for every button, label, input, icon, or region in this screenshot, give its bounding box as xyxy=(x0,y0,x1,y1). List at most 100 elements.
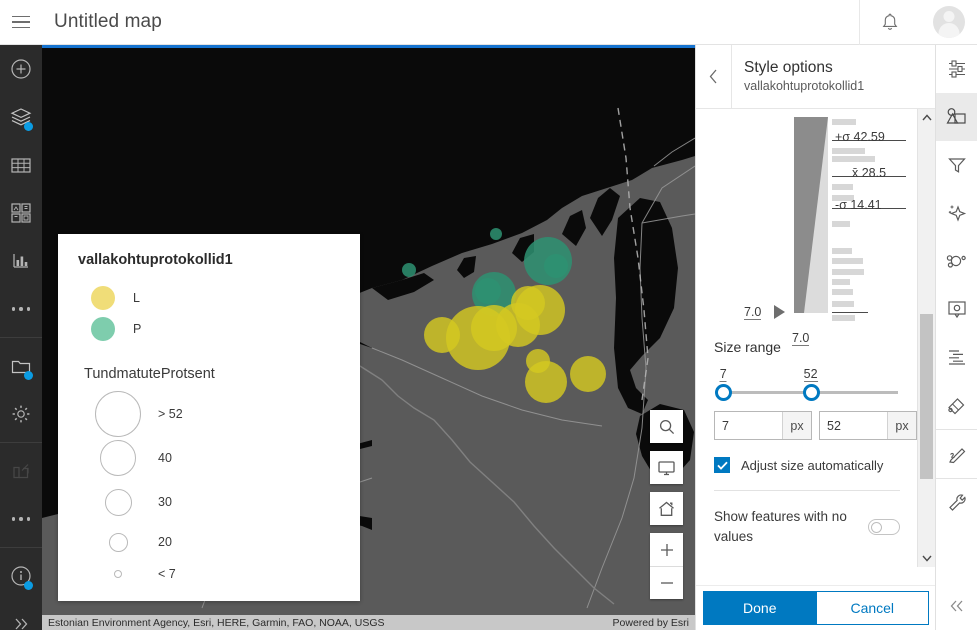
legend-swatch xyxy=(91,316,115,341)
sidebar-item-more-options[interactable] xyxy=(0,495,42,543)
size-range-min-knob[interactable] xyxy=(715,384,733,401)
zoom-out-button[interactable] xyxy=(650,566,683,599)
tool-filter[interactable] xyxy=(936,141,977,189)
histogram-bar xyxy=(832,279,850,285)
scrollbar-thumb[interactable] xyxy=(920,314,933,479)
adjust-size-automatically-row[interactable]: Adjust size automatically xyxy=(714,457,900,473)
tool-effects[interactable] xyxy=(936,189,977,237)
histogram-min-line xyxy=(832,312,868,313)
show-no-values-section: Show features with no values xyxy=(696,507,918,548)
panel-footer: Done Cancel xyxy=(696,585,936,630)
collapse-right-rail-button[interactable] xyxy=(936,582,977,630)
map-attribution: Estonian Environment Agency, Esri, HERE,… xyxy=(42,615,695,630)
panel-title: Style options xyxy=(744,59,833,77)
histogram-minus-sigma-label: -σ 14.41 xyxy=(835,198,882,212)
histogram-bar xyxy=(832,301,854,307)
adjust-size-checkbox[interactable] xyxy=(714,457,730,473)
show-no-values-label: Show features with no values xyxy=(714,509,847,545)
popup-icon xyxy=(947,301,966,319)
sidebar-item-save[interactable] xyxy=(0,342,42,390)
expand-left-rail-button[interactable] xyxy=(0,600,42,630)
histogram-axis-min-value[interactable]: 7.0 xyxy=(792,331,810,346)
tool-labels[interactable] xyxy=(936,333,977,381)
user-menu-button[interactable] xyxy=(920,0,977,45)
zoom-in-button[interactable] xyxy=(650,533,683,566)
size-range-max-knob[interactable] xyxy=(802,384,820,401)
status-badge xyxy=(24,122,33,131)
tool-configure[interactable] xyxy=(936,479,977,527)
map-search-button[interactable] xyxy=(650,410,683,443)
histogram-bar xyxy=(832,258,863,264)
map-controls xyxy=(650,410,683,599)
tool-fields[interactable] xyxy=(936,381,977,429)
max-size-field[interactable]: px xyxy=(819,411,917,440)
done-button[interactable]: Done xyxy=(703,591,817,625)
legend-size-label: 30 xyxy=(158,495,172,509)
histogram-slider[interactable]: +σ 42.59 x̄ 28.5 -σ 14.41 7.0 7.0 xyxy=(696,109,918,346)
cancel-button[interactable]: Cancel xyxy=(816,591,929,625)
size-range-max-value[interactable]: 52 xyxy=(803,367,818,382)
show-no-values-row[interactable]: Show features with no values xyxy=(714,507,900,548)
panel-header-text: Style options vallakohtuprotokollid1 xyxy=(732,58,864,94)
sparkle-icon xyxy=(948,205,966,222)
style-options-panel: Style options vallakohtuprotokollid1 +σ … xyxy=(695,45,936,630)
map-home-button[interactable] xyxy=(650,492,683,525)
histogram-mean-label: x̄ 28.5 xyxy=(852,166,887,180)
scroll-up-button[interactable] xyxy=(918,109,935,126)
tool-clustering[interactable] xyxy=(936,237,977,285)
map-top-highlight xyxy=(42,45,695,48)
map-container[interactable]: vallakohtuprotokollid1 L P TundmatutePro… xyxy=(42,45,695,630)
hamburger-icon[interactable] xyxy=(0,0,42,45)
legend-item: L xyxy=(78,282,340,313)
sidebar-item-about[interactable] xyxy=(0,552,42,600)
min-size-input[interactable] xyxy=(715,412,782,439)
symbol-shapes-icon xyxy=(946,108,966,124)
size-range-inputs: px px xyxy=(714,411,917,440)
min-size-unit: px xyxy=(782,412,811,439)
sidebar-item-settings[interactable] xyxy=(0,390,42,438)
legend-size-label: > 52 xyxy=(158,407,183,421)
tool-symbology[interactable] xyxy=(936,93,977,141)
legend-size-item: 40 xyxy=(78,436,340,480)
legend-size-swatch xyxy=(78,391,158,437)
tool-popups[interactable] xyxy=(936,285,977,333)
show-no-values-toggle[interactable] xyxy=(868,519,900,536)
map-viewer-app: Untitled map vallakohtuprotokollid1 L P … xyxy=(0,0,977,630)
sidebar-item-basemap[interactable] xyxy=(0,189,42,237)
map-default-view-button[interactable] xyxy=(650,451,683,484)
legend-label: P xyxy=(133,321,142,336)
histogram-min-handle-value[interactable]: 7.0 xyxy=(744,305,762,320)
tool-sketch[interactable] xyxy=(936,430,977,478)
check-icon xyxy=(716,461,728,470)
legend-size-label: 20 xyxy=(158,535,172,549)
sidebar-item-layers[interactable] xyxy=(0,93,42,141)
basemap-grid-icon xyxy=(11,203,31,223)
histogram-bar xyxy=(832,315,855,321)
divider xyxy=(0,442,42,443)
sidebar-item-more-tools[interactable] xyxy=(0,285,42,333)
gear-icon xyxy=(12,405,30,423)
sidebar-item-charts[interactable] xyxy=(0,237,42,285)
top-bar-actions xyxy=(859,0,977,45)
histogram-plus-sigma-label: +σ 42.59 xyxy=(835,130,885,144)
monitor-icon xyxy=(658,460,675,475)
size-range-min-value[interactable]: 7 xyxy=(719,367,727,382)
sidebar-item-table[interactable] xyxy=(0,141,42,189)
notifications-button[interactable] xyxy=(860,0,920,45)
tool-style-options[interactable] xyxy=(936,45,977,93)
table-icon xyxy=(11,157,31,173)
chevron-left-icon xyxy=(709,69,717,84)
panel-scrollbar[interactable] xyxy=(917,109,935,567)
min-size-field[interactable]: px xyxy=(714,411,812,440)
size-range-slider[interactable]: 7 52 xyxy=(715,367,898,407)
max-size-input[interactable] xyxy=(820,412,887,439)
legend-size-item: 30 xyxy=(78,480,340,524)
avatar xyxy=(932,6,965,38)
zoom-controls xyxy=(650,533,683,599)
scroll-down-button[interactable] xyxy=(918,550,935,567)
adjust-size-label: Adjust size automatically xyxy=(741,457,884,473)
legend-size-swatch xyxy=(78,532,158,552)
panel-back-button[interactable] xyxy=(696,45,732,108)
histogram-min-handle[interactable] xyxy=(774,305,785,319)
sidebar-item-add-content[interactable] xyxy=(0,45,42,93)
